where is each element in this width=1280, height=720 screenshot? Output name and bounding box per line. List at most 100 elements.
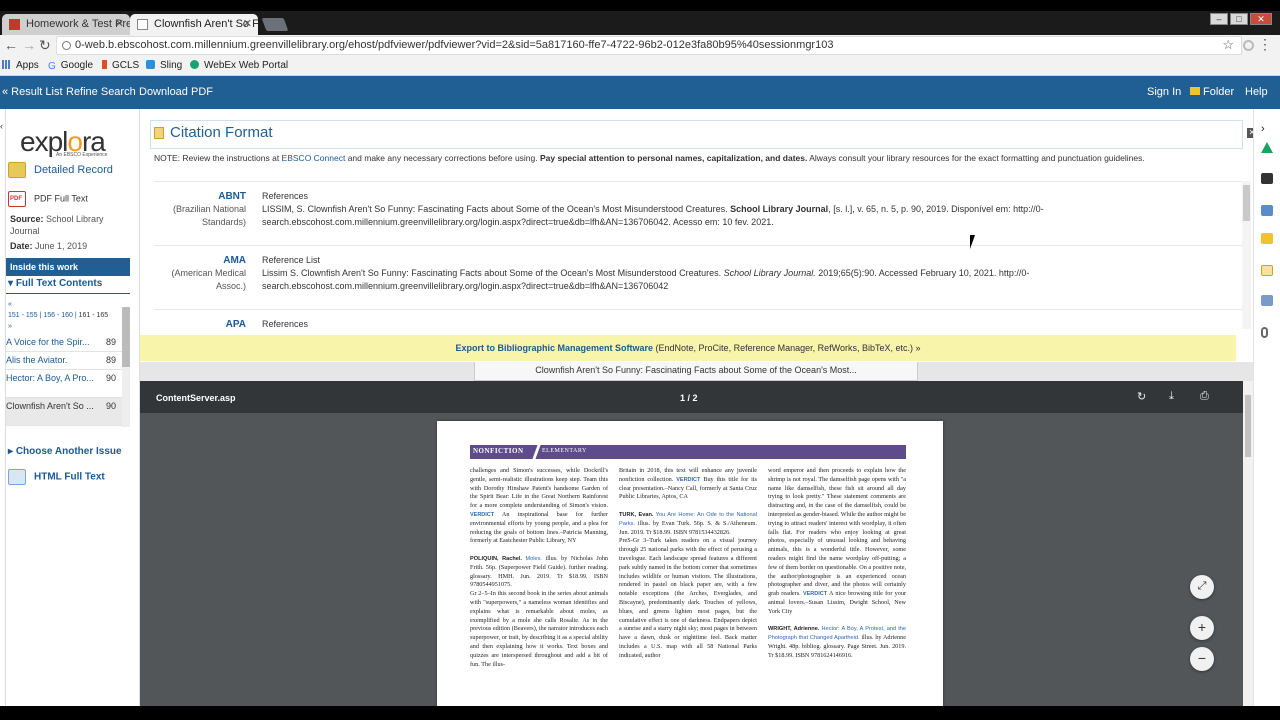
page-title: Citation Format bbox=[170, 124, 273, 141]
html-icon bbox=[8, 469, 26, 485]
save-icon[interactable] bbox=[1261, 233, 1273, 244]
list-item[interactable]: Alis the Aviator. 89 bbox=[6, 352, 122, 370]
reload-icon[interactable]: ↻ bbox=[39, 37, 51, 54]
bookmark-google[interactable]: G Google bbox=[48, 60, 93, 72]
citation-scrollbar[interactable] bbox=[1242, 181, 1251, 329]
pdf-viewer: ContentServer.asp 1 / 2 ↻ ⤓ ⎙ NONFICTION… bbox=[140, 381, 1253, 706]
gcls-icon bbox=[102, 60, 107, 69]
html-full-text-link[interactable]: HTML Full Text bbox=[8, 469, 105, 485]
close-tab-icon[interactable]: ✕ bbox=[243, 17, 252, 30]
citation-entry-abnt: ABNT (Brazilian National Standards) Refer… bbox=[154, 182, 1242, 246]
citation-header: Citation Format ✕ bbox=[150, 120, 1257, 149]
new-tab-button[interactable] bbox=[261, 18, 289, 31]
pdf-document-tab[interactable]: Clownfish Aren't So Funny: Fascinating F… bbox=[474, 362, 918, 381]
citation-style: APA bbox=[225, 319, 246, 329]
bookmark-webex[interactable]: WebEx Web Portal bbox=[190, 60, 288, 71]
full-text-contents-link[interactable]: ▾ Full Text Contents bbox=[6, 278, 130, 294]
left-sidebar: explora An EBSCO Experience Detailed Rec… bbox=[6, 109, 140, 706]
export-icon[interactable] bbox=[1261, 295, 1273, 306]
pdf-scrollbar[interactable] bbox=[1243, 381, 1253, 706]
pdf-full-text-link[interactable]: PDF Full Text bbox=[8, 191, 88, 207]
permalink-icon[interactable] bbox=[1261, 327, 1268, 338]
close-tab-icon[interactable]: ✕ bbox=[115, 17, 124, 30]
pdf-page: NONFICTION ELEMENTARY challenges and Sim… bbox=[437, 421, 943, 706]
download-icon[interactable]: ⤓ bbox=[1169, 390, 1174, 403]
forward-icon[interactable]: → bbox=[22, 37, 36, 53]
google-drive-icon[interactable] bbox=[1261, 142, 1273, 153]
folder-link[interactable]: Folder bbox=[1190, 86, 1234, 98]
sign-in-link[interactable]: Sign In bbox=[1147, 86, 1181, 98]
google-icon: G bbox=[48, 61, 56, 72]
citation-text[interactable]: References bbox=[262, 310, 1062, 329]
pdf-file-name: ContentServer.asp bbox=[156, 393, 236, 403]
next-range-link[interactable]: » bbox=[8, 323, 12, 330]
zoom-in-icon[interactable]: + bbox=[1190, 616, 1214, 640]
pdf-tab-bar: Clownfish Aren't So Funny: Fascinating F… bbox=[140, 362, 1253, 381]
ebsco-connect-link[interactable]: EBSCO Connect bbox=[282, 153, 346, 163]
section-band: NONFICTION ELEMENTARY bbox=[470, 444, 906, 460]
email-icon[interactable] bbox=[1261, 205, 1273, 216]
pdf-page-indicator: 1 / 2 bbox=[680, 393, 698, 403]
extension-icon[interactable] bbox=[1243, 40, 1254, 51]
bottom-edge bbox=[0, 706, 1280, 720]
bookmark-gcls[interactable]: GCLS bbox=[102, 60, 139, 71]
cite-icon[interactable] bbox=[1261, 265, 1273, 276]
citation-style: AMA (American Medical Assoc.) bbox=[171, 255, 246, 291]
citation-list: ABNT (Brazilian National Standards) Refer… bbox=[154, 181, 1242, 329]
download-pdf-link[interactable]: Download PDF bbox=[139, 86, 213, 98]
zoom-out-icon[interactable]: − bbox=[1190, 647, 1214, 671]
list-item[interactable]: A Voice for the Spir... 89 bbox=[6, 334, 122, 352]
help-link[interactable]: Help bbox=[1245, 86, 1268, 98]
export-bar[interactable]: Export to Bibliographic Management Softw… bbox=[140, 335, 1236, 361]
page-column-2: Britain in 2018, this text will enhance … bbox=[619, 467, 757, 659]
menu-icon[interactable]: ⋮ bbox=[1258, 36, 1272, 53]
citation-entry-ama: AMA (American Medical Assoc.) Reference L… bbox=[154, 246, 1242, 310]
window-controls: – □ ✕ bbox=[1210, 13, 1272, 25]
fit-page-icon[interactable]: ⤢ bbox=[1190, 575, 1214, 599]
browser-tab-strip: Homework & Test Prep | ✕ Clownfish Aren'… bbox=[0, 11, 1280, 35]
range-link[interactable]: 151 - 155 bbox=[8, 312, 38, 319]
info-icon[interactable] bbox=[62, 41, 71, 50]
refine-search-link[interactable]: Refine Search bbox=[66, 86, 136, 98]
choose-another-issue-link[interactable]: ▸ Choose Another Issue bbox=[8, 446, 122, 457]
mouse-pointer bbox=[970, 235, 975, 249]
url-input[interactable]: 0-web.b.ebscohost.com.millennium.greenvi… bbox=[56, 36, 1242, 55]
citation-text[interactable]: References LISSIM, S. Clownfish Aren't So… bbox=[262, 182, 1062, 229]
citation-text[interactable]: Reference List Lissim S. Clownfish Aren't… bbox=[262, 246, 1062, 293]
range-link[interactable]: 156 - 160 bbox=[43, 312, 73, 319]
print-icon[interactable] bbox=[1261, 173, 1273, 184]
ebsco-toolbar: « Result List Refine Search Download PDF… bbox=[0, 76, 1280, 109]
url-text: 0-web.b.ebscohost.com.millennium.greenvi… bbox=[75, 39, 834, 51]
minimize-icon[interactable]: – bbox=[1210, 13, 1228, 25]
prev-range-link[interactable]: « bbox=[8, 301, 12, 308]
print-icon[interactable]: ⎙ bbox=[1200, 390, 1209, 403]
tab-clownfish[interactable]: Clownfish Aren't So Funn ✕ bbox=[130, 14, 258, 35]
page-range-nav: « 151 - 155 | 156 - 160 | 161 - 165 » bbox=[8, 301, 109, 330]
right-toolbar: › bbox=[1253, 109, 1280, 706]
bookmark-icon bbox=[9, 19, 20, 30]
citation-icon bbox=[154, 127, 164, 139]
issue-list-scrollbar[interactable] bbox=[122, 307, 130, 427]
tab-homework[interactable]: Homework & Test Prep | ✕ bbox=[2, 14, 130, 35]
star-icon[interactable]: ☆ bbox=[1222, 37, 1234, 53]
result-list-link[interactable]: « Result List bbox=[2, 86, 63, 98]
export-link[interactable]: Export to Bibliographic Management Softw… bbox=[456, 343, 654, 353]
list-item-active[interactable]: Clownfish Aren't So ... 90 bbox=[6, 398, 122, 426]
maximize-icon[interactable]: □ bbox=[1230, 13, 1248, 25]
chevron-left-icon[interactable]: ‹ bbox=[0, 121, 3, 131]
close-window-icon[interactable]: ✕ bbox=[1250, 13, 1272, 25]
address-bar-row: ← → ↻ 0-web.b.ebscohost.com.millennium.g… bbox=[0, 35, 1280, 57]
chevron-right-icon[interactable]: › bbox=[1261, 123, 1273, 135]
apps-icon bbox=[2, 60, 11, 69]
inside-this-work-header: Inside this work bbox=[6, 258, 130, 276]
bookmark-apps[interactable]: Apps bbox=[2, 60, 39, 71]
range-link[interactable]: 161 - 165 bbox=[79, 312, 109, 319]
list-item[interactable]: Hector: A Boy, A Pro... 90 bbox=[6, 370, 122, 398]
rotate-icon[interactable]: ↻ bbox=[1137, 390, 1146, 403]
bookmark-sling[interactable]: Sling bbox=[146, 60, 182, 71]
page-column-3: word emperor and then proceeds to explai… bbox=[768, 467, 906, 659]
back-icon[interactable]: ← bbox=[4, 37, 18, 53]
sling-icon bbox=[146, 60, 155, 69]
detailed-record-link[interactable]: Detailed Record bbox=[8, 162, 113, 178]
record-icon bbox=[8, 162, 26, 178]
